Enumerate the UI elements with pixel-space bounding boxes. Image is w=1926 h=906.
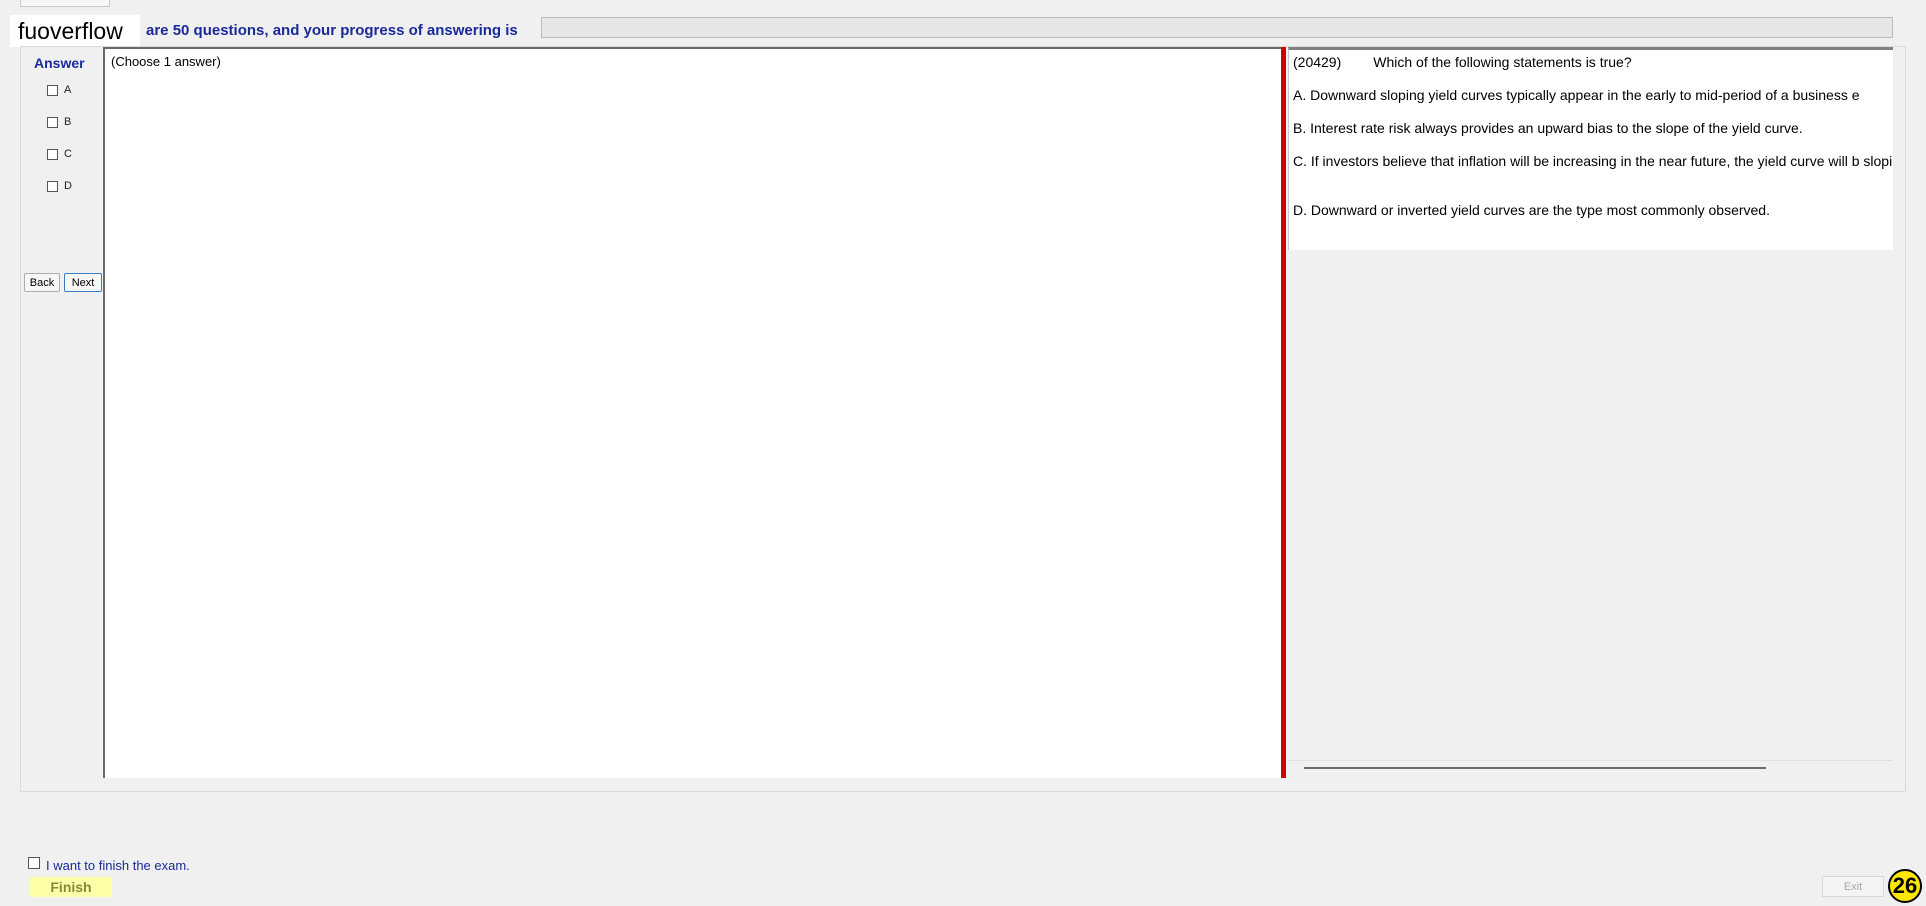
option-d-label: D xyxy=(64,180,72,192)
back-button[interactable]: Back xyxy=(24,273,60,292)
question-option-a: A. Downward sloping yield curves typical… xyxy=(1293,87,1860,103)
progress-text: are 50 questions, and your progress of a… xyxy=(146,22,518,39)
checkbox-b[interactable] xyxy=(47,116,58,128)
option-c[interactable]: C xyxy=(47,146,72,162)
question-header: (20429) Which of the following statements… xyxy=(1293,54,1632,71)
option-a[interactable]: A xyxy=(47,82,71,98)
next-button[interactable]: Next xyxy=(64,273,102,292)
horizontal-scrollbar[interactable] xyxy=(1304,767,1766,769)
finish-checkbox[interactable] xyxy=(28,857,40,869)
exit-button[interactable]: Exit xyxy=(1822,876,1884,897)
question-panel-border xyxy=(1288,760,1893,761)
question-text: Which of the following statements is tru… xyxy=(1373,54,1632,70)
option-b-label: B xyxy=(64,116,72,128)
question-panel: (20429) Which of the following statements… xyxy=(1288,47,1893,250)
option-c-label: C xyxy=(64,148,72,160)
window-tab xyxy=(20,0,110,7)
checkbox-c[interactable] xyxy=(47,148,58,160)
question-option-b: B. Interest rate risk always provides an… xyxy=(1293,120,1803,136)
option-d[interactable]: D xyxy=(47,178,72,194)
checkbox-a[interactable] xyxy=(47,84,58,96)
question-id: (20429) xyxy=(1293,54,1342,70)
option-a-label: A xyxy=(64,84,72,96)
page-badge: 26 xyxy=(1888,869,1922,903)
question-option-c: C. If investors believe that inflation w… xyxy=(1293,153,1893,169)
checkbox-d[interactable] xyxy=(47,180,58,192)
choose-instruction: (Choose 1 answer) xyxy=(111,54,221,69)
brand-logo: fuoverflow xyxy=(10,15,140,47)
answer-title: Answer xyxy=(34,55,85,71)
question-option-d: D. Downward or inverted yield curves are… xyxy=(1293,202,1770,218)
answer-area[interactable] xyxy=(103,47,1281,778)
finish-button[interactable]: Finish xyxy=(30,877,112,897)
progress-bar xyxy=(541,17,1893,38)
finish-checkbox-label[interactable]: I want to finish the exam. xyxy=(46,858,190,873)
option-b[interactable]: B xyxy=(47,114,71,130)
